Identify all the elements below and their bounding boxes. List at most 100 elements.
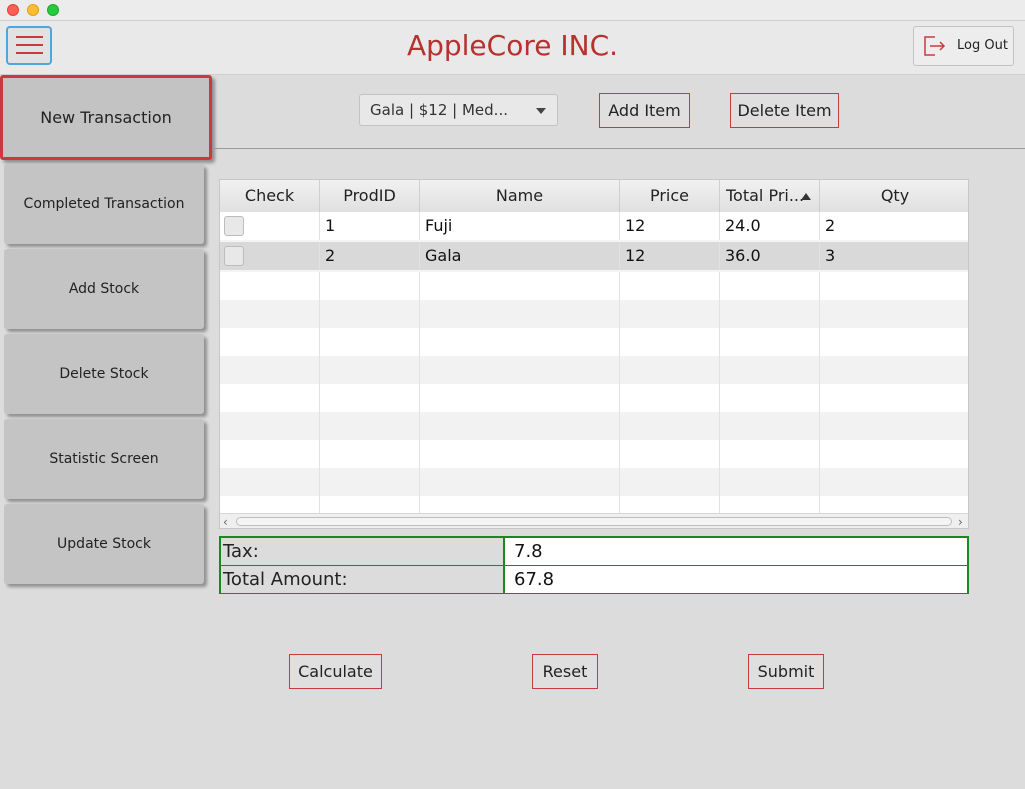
minimize-window-icon[interactable] <box>27 4 39 16</box>
zoom-window-icon[interactable] <box>47 4 59 16</box>
empty-table-row <box>220 496 968 513</box>
horizontal-scrollbar[interactable]: ‹ › <box>220 513 968 528</box>
empty-cell <box>420 412 620 440</box>
empty-cell <box>720 468 820 496</box>
empty-cell <box>820 468 968 496</box>
empty-cell <box>420 384 620 412</box>
sidebar-item-delete-stock[interactable]: Delete Stock <box>4 334 204 414</box>
empty-cell <box>420 440 620 468</box>
total-price-cell: 36.0 <box>720 242 820 270</box>
empty-cell <box>720 328 820 356</box>
empty-cell <box>220 328 320 356</box>
name-cell: Gala <box>420 242 620 270</box>
empty-cell <box>620 272 720 300</box>
column-header-qty[interactable]: Qty <box>820 180 968 212</box>
column-header-total-price-label: Total Pri... <box>726 186 805 205</box>
empty-cell <box>620 496 720 513</box>
empty-cell <box>420 496 620 513</box>
empty-table-row <box>220 272 968 300</box>
tax-row: Tax: 7.8 <box>221 538 967 566</box>
empty-cell <box>220 496 320 513</box>
sidebar-item-statistic-screen[interactable]: Statistic Screen <box>4 419 204 499</box>
sidebar-item-add-stock[interactable]: Add Stock <box>4 249 204 329</box>
reset-button[interactable]: Reset <box>532 654 598 689</box>
empty-table-row <box>220 440 968 468</box>
empty-cell <box>220 272 320 300</box>
column-header-name[interactable]: Name <box>420 180 620 212</box>
qty-cell: 2 <box>825 216 836 235</box>
table-row[interactable]: 1 Fuji 12 24.0 2 <box>220 212 968 240</box>
empty-cell <box>820 272 968 300</box>
check-cell <box>220 242 320 270</box>
empty-cell <box>320 272 420 300</box>
empty-cell <box>320 328 420 356</box>
tax-value: 7.8 <box>503 538 967 565</box>
sidebar-item-update-stock[interactable]: Update Stock <box>4 504 204 584</box>
empty-cell <box>820 356 968 384</box>
empty-cell <box>320 496 420 513</box>
app-header: AppleCore INC. Log Out <box>0 21 1025 75</box>
empty-cell <box>220 468 320 496</box>
empty-cell <box>220 300 320 328</box>
product-select[interactable]: Gala | $12 | Med... <box>359 94 558 126</box>
empty-table-row <box>220 412 968 440</box>
empty-cell <box>620 384 720 412</box>
price-cell: 12 <box>620 242 720 270</box>
column-header-total-price[interactable]: Total Pri... <box>720 180 820 212</box>
logout-icon <box>924 36 946 56</box>
empty-cell <box>820 440 968 468</box>
empty-cell <box>620 468 720 496</box>
price-cell: 12 <box>620 212 720 240</box>
totals-panel: Tax: 7.8 Total Amount: 67.8 <box>219 536 969 594</box>
logout-button[interactable]: Log Out <box>913 26 1014 66</box>
empty-cell <box>720 272 820 300</box>
total-amount-label: Total Amount: <box>221 566 503 593</box>
empty-cell <box>320 468 420 496</box>
total-amount-row: Total Amount: 67.8 <box>221 566 967 593</box>
empty-cell <box>220 412 320 440</box>
sidebar-item-new-transaction[interactable]: New Transaction <box>0 75 212 160</box>
sidebar-item-completed-transaction[interactable]: Completed Transaction <box>4 164 204 244</box>
scrollbar-thumb[interactable] <box>236 517 952 526</box>
empty-cell <box>320 440 420 468</box>
empty-cell <box>720 496 820 513</box>
row-checkbox[interactable] <box>224 246 244 266</box>
empty-cell <box>420 468 620 496</box>
total-price-cell: 24.0 <box>720 212 820 240</box>
empty-table-row <box>220 384 968 412</box>
empty-cell <box>720 300 820 328</box>
empty-cell <box>620 440 720 468</box>
table-row[interactable]: 2 Gala 12 36.0 3 <box>220 242 968 270</box>
tax-label: Tax: <box>221 538 503 565</box>
logout-label: Log Out <box>957 38 1008 53</box>
empty-cell <box>420 300 620 328</box>
empty-cell <box>420 272 620 300</box>
row-checkbox[interactable] <box>224 216 244 236</box>
empty-table-row <box>220 328 968 356</box>
empty-cell <box>720 384 820 412</box>
empty-cell <box>620 300 720 328</box>
calculate-button[interactable]: Calculate <box>289 654 382 689</box>
delete-item-button[interactable]: Delete Item <box>730 93 839 128</box>
empty-cell <box>220 384 320 412</box>
empty-cell <box>320 300 420 328</box>
column-header-prodid[interactable]: ProdID <box>320 180 420 212</box>
column-header-price[interactable]: Price <box>620 180 720 212</box>
submit-button[interactable]: Submit <box>748 654 824 689</box>
empty-cell <box>320 412 420 440</box>
empty-cell <box>620 328 720 356</box>
empty-cell <box>720 356 820 384</box>
scroll-right-icon[interactable]: › <box>958 515 963 528</box>
empty-cell <box>720 412 820 440</box>
add-item-button[interactable]: Add Item <box>599 93 690 128</box>
empty-table-row <box>220 356 968 384</box>
transaction-table: Check ProdID Name Price Total Pri... Qty… <box>219 179 969 529</box>
column-header-check[interactable]: Check <box>220 180 320 212</box>
chevron-down-icon <box>536 108 546 114</box>
empty-cell <box>420 328 620 356</box>
scroll-left-icon[interactable]: ‹ <box>223 515 228 528</box>
close-window-icon[interactable] <box>7 4 19 16</box>
empty-cell <box>620 356 720 384</box>
empty-cell <box>720 440 820 468</box>
empty-cell <box>320 384 420 412</box>
